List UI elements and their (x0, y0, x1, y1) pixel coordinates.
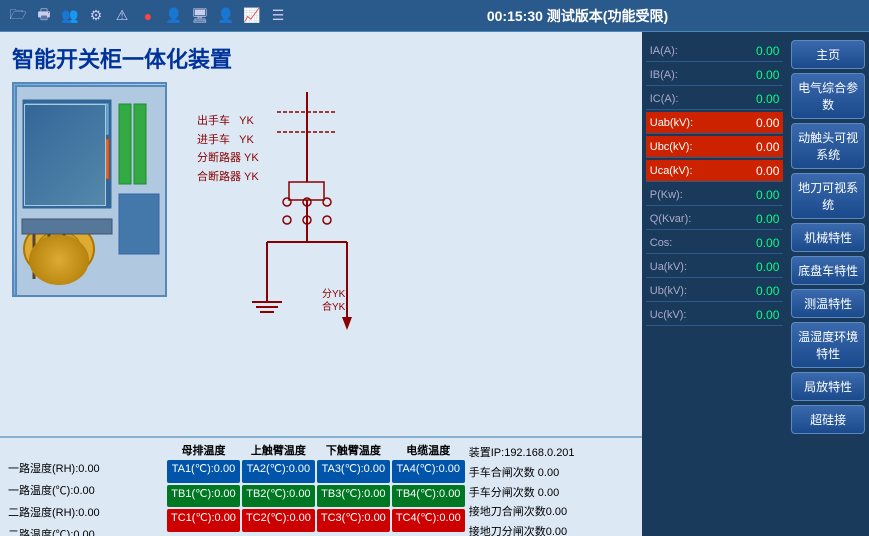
temperature-grid: 母排温度 上触臂温度 下触臂温度 电缆温度 TA1(℃):0.00 TA2(℃)… (167, 442, 465, 532)
toolbar: 🗁 🖶 👥 ⚙ ⚠ ● 👤 🖥 👤 📈 ☰ 00:15:30 测试版本(功能受限… (0, 0, 869, 32)
header-upper-arm: 上触臂温度 (242, 442, 315, 458)
temp-row-tc: TC1(℃):0.00 TC2(℃):0.00 TC3(℃):0.00 TC4(… (167, 509, 465, 532)
data-label-10: Ub(kV): (646, 285, 726, 297)
tc2-cell: TC2(℃):0.00 (242, 509, 315, 532)
data-value-8: 0.00 (726, 236, 784, 250)
right-btn-4[interactable]: 机械特性 (791, 223, 865, 252)
data-value-0: 0.00 (726, 44, 784, 58)
ta3-cell: TA3(℃):0.00 (317, 460, 390, 483)
data-row-4: Ubc(kV): 0.00 (646, 136, 784, 158)
data-panel: IA(A): 0.00 IB(A): 0.00 IC(A): 0.00 Uab(… (642, 32, 788, 536)
data-label-2: IC(A): (646, 93, 726, 105)
data-label-8: Cos: (646, 237, 726, 249)
right-btn-0[interactable]: 主页 (791, 40, 865, 69)
right-btn-6[interactable]: 测温特性 (791, 289, 865, 318)
right-btn-3[interactable]: 地刀可视系统 (791, 173, 865, 219)
ground-knife-open: 接地刀分闸次数0.00 (469, 523, 634, 536)
data-label-3: Uab(kV): (646, 117, 726, 129)
data-label-7: Q(Kvar): (646, 213, 726, 225)
device-ip: 装置IP:192.168.0.201 (469, 444, 634, 464)
folder-icon[interactable]: 🗁 (8, 6, 28, 26)
humidity-temp-info: 一路湿度(RH):0.00 一路温度(℃):0.00 二路湿度(RH):0.00… (8, 442, 163, 532)
temp-row-1: 一路温度(℃):0.00 (8, 480, 163, 502)
header-lower-arm: 下触臂温度 (317, 442, 390, 458)
right-btn-2[interactable]: 动触头可视系统 (791, 123, 865, 169)
data-row-11: Uc(kV): 0.00 (646, 304, 784, 326)
data-value-1: 0.00 (726, 68, 784, 82)
temp-row-tb: TB1(℃):0.00 TB2(℃):0.00 TB3(℃):0.00 TB4(… (167, 485, 465, 508)
tc3-cell: TC3(℃):0.00 (317, 509, 390, 532)
data-row-7: Q(Kvar): 0.00 (646, 208, 784, 230)
person-icon[interactable]: 👤 (216, 6, 236, 26)
data-row-1: IB(A): 0.00 (646, 64, 784, 86)
data-row-2: IC(A): 0.00 (646, 88, 784, 110)
data-label-4: Ubc(kV): (646, 141, 726, 153)
chart-icon[interactable]: 📈 (242, 6, 262, 26)
warning-icon[interactable]: ⚠ (112, 6, 132, 26)
svg-text:分YK: 分YK (322, 288, 346, 300)
data-label-1: IB(A): (646, 69, 726, 81)
menu-icon[interactable]: ☰ (268, 6, 288, 26)
ta2-cell: TA2(℃):0.00 (242, 460, 315, 483)
settings-icon[interactable]: ⚙ (86, 6, 106, 26)
data-label-5: Uca(kV): (646, 165, 726, 177)
truck-open-count: 手车分闸次数 0.00 (469, 484, 634, 504)
tc1-cell: TC1(℃):0.00 (167, 509, 240, 532)
data-value-9: 0.00 (726, 260, 784, 274)
header-busbar: 母排温度 (167, 442, 240, 458)
data-row-5: Uca(kV): 0.00 (646, 160, 784, 182)
data-label-11: Uc(kV): (646, 309, 726, 321)
data-value-11: 0.00 (726, 308, 784, 322)
right-btn-1[interactable]: 电气综合参数 (791, 73, 865, 119)
data-value-6: 0.00 (726, 188, 784, 202)
toolbar-title: 00:15:30 测试版本(功能受限) (294, 6, 861, 26)
data-label-6: P(Kw): (646, 189, 726, 201)
data-row-10: Ub(kV): 0.00 (646, 280, 784, 302)
data-value-5: 0.00 (726, 164, 784, 178)
data-row-6: P(Kw): 0.00 (646, 184, 784, 206)
users-icon[interactable]: 👥 (60, 6, 80, 26)
svg-text:合YK: 合YK (322, 300, 346, 313)
data-value-10: 0.00 (726, 284, 784, 298)
right-btn-5[interactable]: 底盘车特性 (791, 256, 865, 285)
tc4-cell: TC4(℃):0.00 (392, 509, 465, 532)
print-icon[interactable]: 🖶 (34, 6, 54, 26)
data-row-8: Cos: 0.00 (646, 232, 784, 254)
tb4-cell: TB4(℃):0.00 (392, 485, 465, 508)
right-panel: 主页电气综合参数动触头可视系统地刀可视系统机械特性底盘车特性测温特性温湿度环境特… (787, 32, 869, 536)
tb2-cell: TB2(℃):0.00 (242, 485, 315, 508)
right-btn-8[interactable]: 局放特性 (791, 372, 865, 401)
truck-close-count: 手车合闸次数 0.00 (469, 464, 634, 484)
data-value-7: 0.00 (726, 212, 784, 226)
device-image (12, 82, 167, 297)
data-row-9: Ua(kV): 0.00 (646, 256, 784, 278)
humidity-row-2: 二路湿度(RH):0.00 (8, 502, 163, 524)
data-row-0: IA(A): 0.00 (646, 40, 784, 62)
device-info: 装置IP:192.168.0.201 手车合闸次数 0.00 手车分闸次数 0.… (469, 442, 634, 532)
data-label-9: Ua(kV): (646, 261, 726, 273)
tb1-cell: TB1(℃):0.00 (167, 485, 240, 508)
data-row-3: Uab(kV): 0.00 (646, 112, 784, 134)
temp-row-ta: TA1(℃):0.00 TA2(℃):0.00 TA3(℃):0.00 TA4(… (167, 460, 465, 483)
data-value-2: 0.00 (726, 92, 784, 106)
header-cable: 电缆温度 (392, 442, 465, 458)
ta4-cell: TA4(℃):0.00 (392, 460, 465, 483)
monitor-icon[interactable]: 🖥 (190, 6, 210, 26)
temp-column-headers: 母排温度 上触臂温度 下触臂温度 电缆温度 (167, 442, 465, 458)
right-btn-9[interactable]: 超硅接 (791, 405, 865, 434)
red-circle-icon[interactable]: ● (138, 6, 158, 26)
user-icon[interactable]: 👤 (164, 6, 184, 26)
humidity-row-1: 一路湿度(RH):0.00 (8, 458, 163, 480)
data-value-4: 0.00 (726, 140, 784, 154)
data-value-3: 0.00 (726, 116, 784, 130)
ta1-cell: TA1(℃):0.00 (167, 460, 240, 483)
right-btn-7[interactable]: 温湿度环境特性 (791, 322, 865, 368)
tb3-cell: TB3(℃):0.00 (317, 485, 390, 508)
page-title: 智能开关柜一体化装置 (12, 42, 630, 74)
circuit-diagram: 出手车 YK 进手车 YK 分断路器 YK 合断路器 YK (177, 82, 630, 297)
ground-knife-close: 接地刀合闸次数0.00 (469, 503, 634, 523)
data-label-0: IA(A): (646, 45, 726, 57)
temp-row-2: 二路温度(℃):0.00 (8, 524, 163, 536)
